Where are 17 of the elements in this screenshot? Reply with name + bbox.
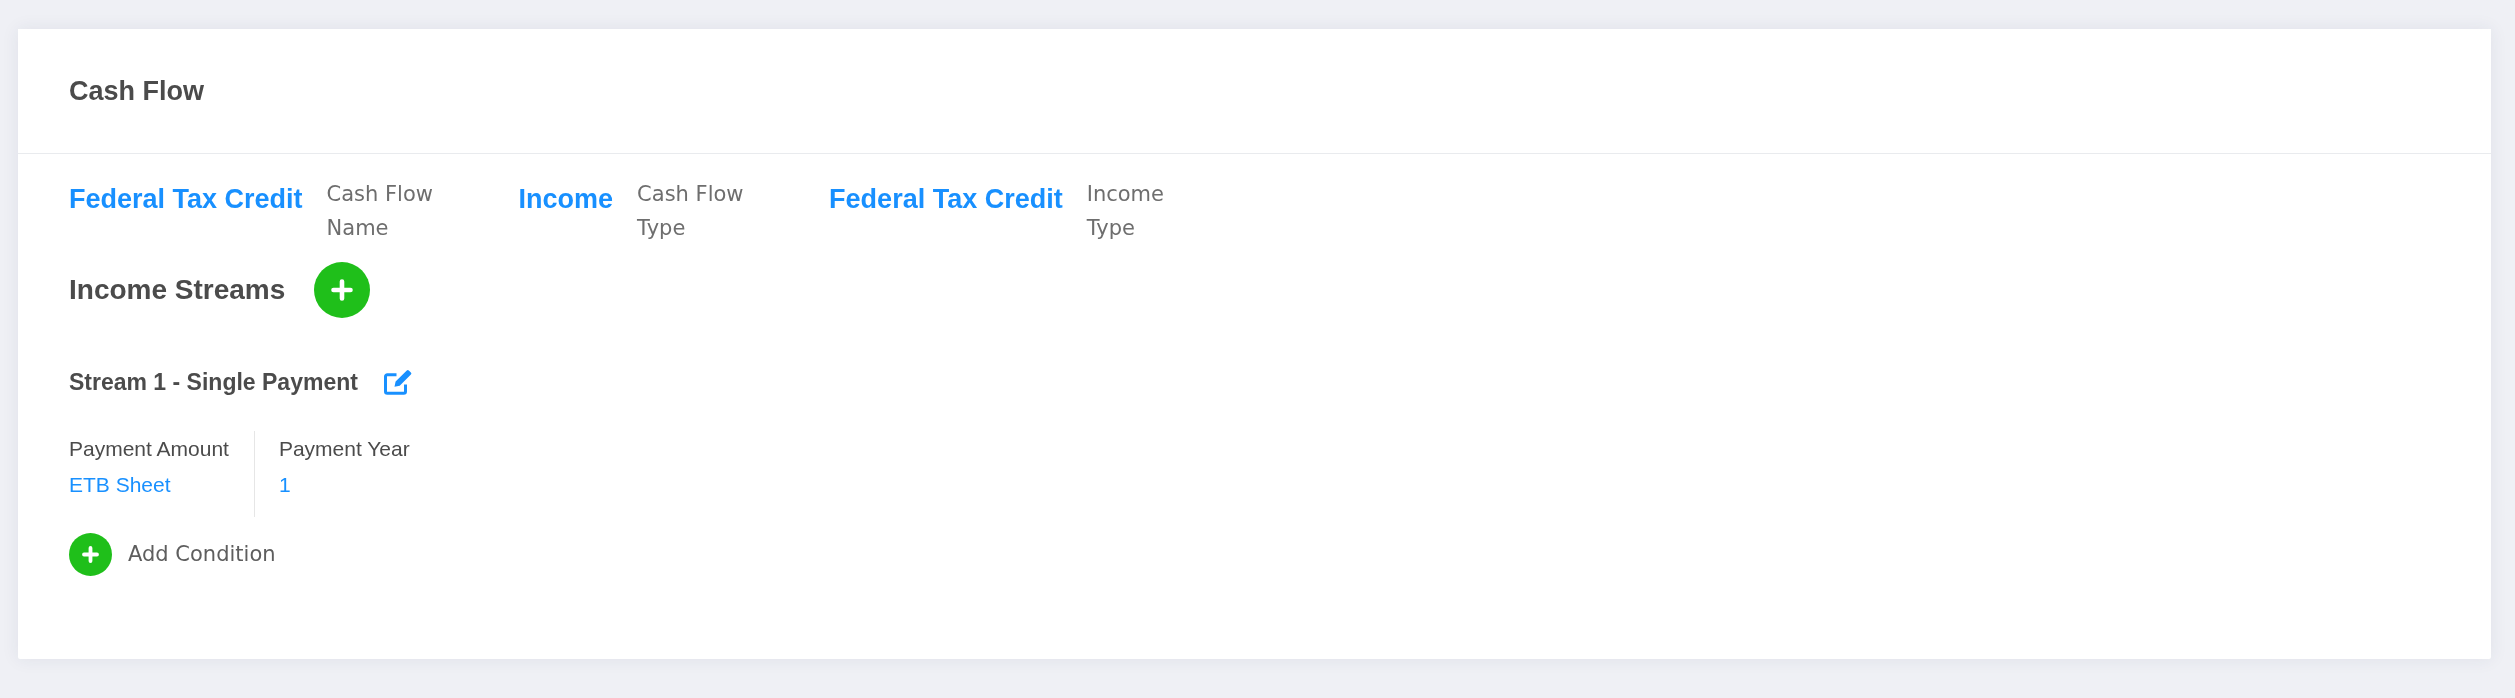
field-label: Cash Flow Type — [637, 181, 745, 242]
field-label: Cash Flow Name — [326, 181, 434, 242]
field-label: Payment Amount — [69, 436, 229, 462]
field-value: 1 — [278, 472, 292, 498]
field-value: ETB Sheet — [69, 472, 172, 498]
field-value: Income — [518, 183, 614, 216]
field-label: Payment Year — [278, 436, 410, 462]
stream-title: Stream 1 - Single Payment — [69, 368, 358, 397]
card-title: Cash Flow — [69, 75, 204, 108]
edit-icon[interactable] — [383, 369, 412, 395]
section-title: Income Streams — [69, 273, 286, 307]
plus-icon — [69, 533, 112, 576]
add-condition-button[interactable]: Add Condition — [69, 533, 276, 576]
field-label: Income Type — [1086, 181, 1165, 242]
field-value: Federal Tax Credit — [69, 183, 303, 216]
field-value: Federal Tax Credit — [829, 183, 1063, 216]
plus-icon — [331, 279, 354, 301]
